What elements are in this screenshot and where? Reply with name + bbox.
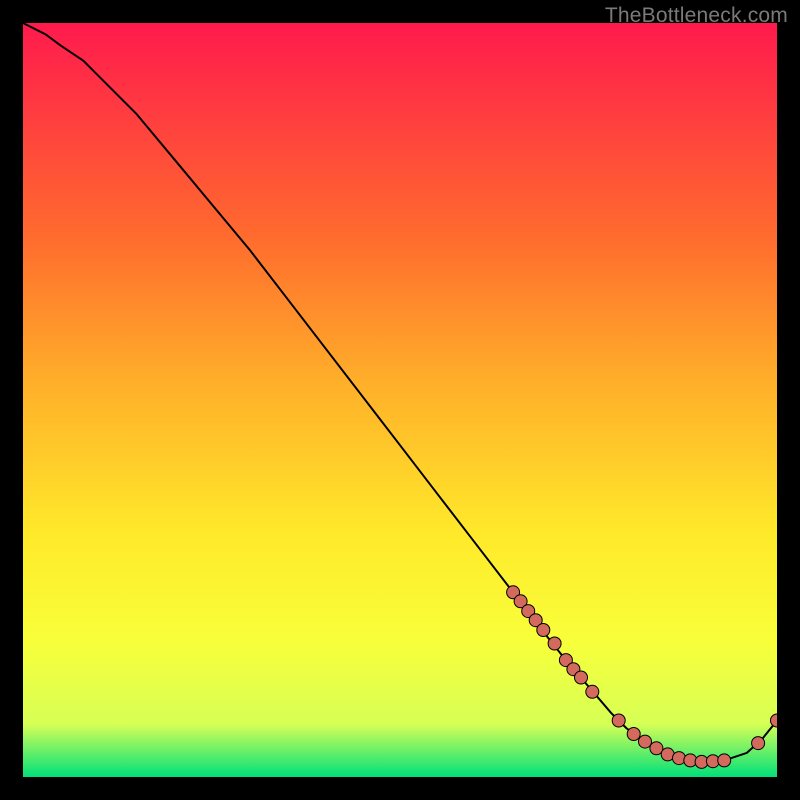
data-marker (575, 671, 588, 684)
data-marker (673, 752, 686, 765)
data-marker (639, 735, 652, 748)
plot-area (23, 23, 777, 777)
data-marker (627, 728, 640, 741)
data-marker (586, 685, 599, 698)
data-marker (548, 637, 561, 650)
chart-stage: TheBottleneck.com (0, 0, 800, 800)
data-marker (537, 624, 550, 637)
data-marker (612, 714, 625, 727)
data-marker (752, 737, 765, 750)
data-marker (718, 754, 731, 767)
gradient-background (23, 23, 777, 777)
plot-svg (23, 23, 777, 777)
watermark-text: TheBottleneck.com (605, 4, 788, 28)
